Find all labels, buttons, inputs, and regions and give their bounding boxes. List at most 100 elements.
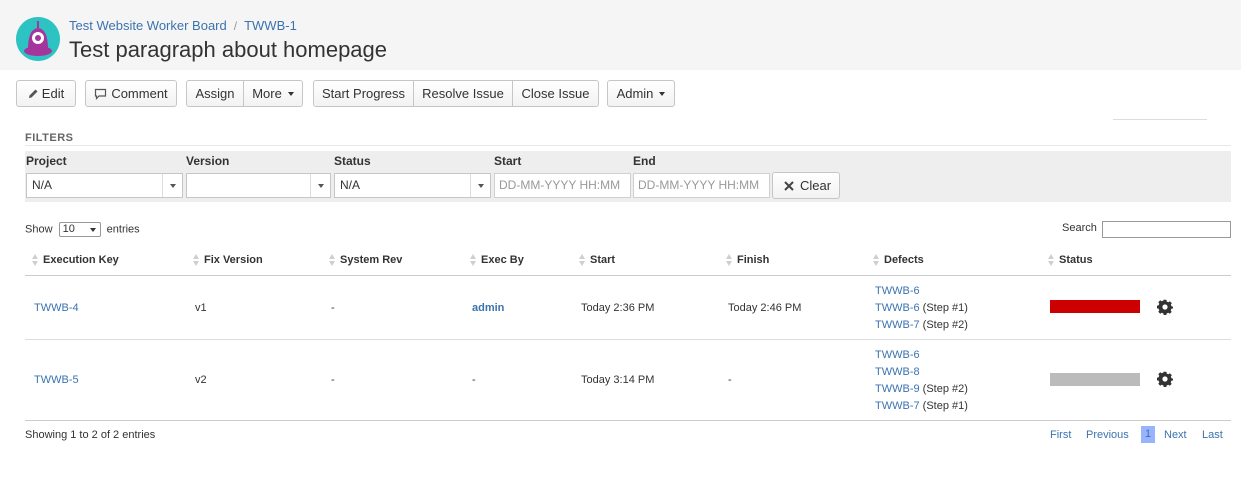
more-dropdown-button[interactable]: More — [244, 80, 303, 107]
start-date-input[interactable]: DD-MM-YYYY HH:MM — [494, 173, 631, 198]
pagination-previous[interactable]: Previous — [1086, 429, 1129, 441]
version-filter-select[interactable] — [186, 173, 331, 198]
defect-step: (Step #1) — [922, 302, 968, 314]
defect-link[interactable]: TWWB-6 — [875, 285, 920, 297]
sort-icon[interactable] — [469, 253, 477, 267]
execution-key-link[interactable]: TWWB-5 — [34, 374, 79, 386]
issue-header: Test Website Worker Board / TWWB-1 Test pa… — [0, 0, 1241, 70]
admin-button-label: Admin — [616, 86, 654, 101]
project-filter-value: N/A — [32, 178, 53, 192]
column-header-execution-key[interactable]: Execution Key — [43, 254, 119, 266]
start-progress-button[interactable]: Start Progress — [313, 80, 414, 107]
defect-link[interactable]: TWWB-9 — [875, 383, 920, 395]
project-filter-select[interactable]: N/A — [26, 173, 183, 198]
admin-dropdown-button[interactable]: Admin — [607, 80, 675, 107]
clear-filters-button[interactable]: Clear — [772, 172, 840, 199]
defect-link[interactable]: TWWB-8 — [875, 366, 920, 378]
entries-label: entries — [106, 223, 140, 236]
pagination-current-page[interactable]: 1 — [1141, 426, 1155, 443]
divider — [25, 339, 1231, 340]
defect-item: TWWB-9 (Step #2) — [875, 383, 968, 395]
sort-icon[interactable] — [31, 253, 39, 267]
search-input[interactable] — [1102, 221, 1231, 238]
defect-step: (Step #2) — [922, 383, 968, 395]
defect-step: (Step #1) — [922, 400, 968, 412]
sort-icon[interactable] — [872, 253, 880, 267]
status-filter-select[interactable]: N/A — [334, 173, 491, 198]
status-filter-value: N/A — [340, 178, 361, 192]
end-date-input[interactable]: DD-MM-YYYY HH:MM — [633, 173, 770, 198]
defect-item: TWWB-6 — [875, 349, 920, 361]
system-rev-cell: - — [331, 374, 335, 386]
page-length-select[interactable]: 10 — [58, 222, 101, 237]
close-issue-button[interactable]: Close Issue — [513, 80, 599, 107]
breadcrumb-separator: / — [233, 19, 238, 33]
divider — [25, 275, 1231, 276]
more-button-label: More — [252, 86, 282, 101]
status-filter-label: Status — [334, 154, 371, 168]
sort-icon[interactable] — [725, 253, 733, 267]
pagination-last[interactable]: Last — [1202, 429, 1223, 441]
gear-icon[interactable] — [1157, 299, 1173, 315]
defect-link[interactable]: TWWB-7 — [875, 400, 920, 412]
defect-item: TWWB-8 — [875, 366, 920, 378]
close-icon — [784, 181, 794, 191]
defect-link[interactable]: TWWB-7 — [875, 319, 920, 331]
finish-cell: - — [728, 374, 732, 386]
breadcrumb-project-link[interactable]: Test Website Worker Board — [69, 18, 227, 33]
execution-key-link[interactable]: TWWB-4 — [34, 302, 79, 314]
exec-by-link[interactable]: admin — [472, 302, 504, 314]
sort-icon[interactable] — [328, 253, 336, 267]
sort-icon[interactable] — [578, 253, 586, 267]
divider — [25, 420, 1231, 421]
assign-button[interactable]: Assign — [186, 80, 244, 107]
finish-cell: Today 2:46 PM — [728, 302, 802, 314]
defect-link[interactable]: TWWB-6 — [875, 349, 920, 361]
show-label: Show — [25, 223, 53, 236]
column-header-finish[interactable]: Finish — [737, 254, 769, 266]
column-header-system-rev[interactable]: System Rev — [340, 254, 402, 266]
end-filter-label: End — [633, 154, 656, 168]
chevron-down-icon — [287, 91, 294, 96]
comment-button-label: Comment — [111, 86, 168, 101]
breadcrumb-issue-link[interactable]: TWWB-1 — [244, 18, 297, 33]
fix-version-cell: v2 — [195, 374, 207, 386]
sort-icon[interactable] — [192, 253, 200, 267]
defect-link[interactable]: TWWB-6 — [875, 302, 920, 314]
defect-item: TWWB-6 — [875, 285, 920, 297]
start-filter-label: Start — [494, 154, 522, 168]
pagination-first[interactable]: First — [1050, 429, 1071, 441]
column-header-defects[interactable]: Defects — [884, 254, 924, 266]
chevron-down-icon — [162, 174, 182, 197]
column-header-exec-by[interactable]: Exec By — [481, 254, 524, 266]
divider — [1113, 119, 1207, 120]
page-title: Test paragraph about homepage — [69, 37, 388, 62]
status-bar[interactable] — [1050, 300, 1140, 313]
defect-step: (Step #2) — [922, 319, 968, 331]
comment-button[interactable]: Comment — [85, 80, 177, 107]
sort-icon[interactable] — [1047, 253, 1055, 267]
start-cell: Today 3:14 PM — [581, 374, 655, 386]
clear-button-label: Clear — [800, 178, 832, 193]
project-avatar-icon[interactable] — [16, 17, 60, 61]
edit-button-label: Edit — [41, 86, 65, 101]
pagination-next[interactable]: Next — [1164, 429, 1187, 441]
project-filter-label: Project — [26, 154, 67, 168]
defect-item: TWWB-6 (Step #1) — [875, 302, 968, 314]
system-rev-cell: - — [331, 302, 335, 314]
defect-item: TWWB-7 (Step #1) — [875, 400, 968, 412]
column-header-status[interactable]: Status — [1059, 254, 1093, 266]
column-header-start[interactable]: Start — [590, 254, 615, 266]
resolve-issue-button[interactable]: Resolve Issue — [414, 80, 513, 107]
edit-button[interactable]: Edit — [16, 80, 76, 107]
breadcrumb: Test Website Worker Board / TWWB-1 — [69, 18, 297, 33]
status-bar[interactable] — [1050, 373, 1140, 386]
chevron-down-icon — [659, 91, 666, 96]
defect-item: TWWB-7 (Step #2) — [875, 319, 968, 331]
chevron-down-icon — [470, 174, 490, 197]
column-header-fix-version[interactable]: Fix Version — [204, 254, 263, 266]
pencil-icon — [28, 89, 38, 98]
gear-icon[interactable] — [1157, 371, 1173, 387]
version-filter-label: Version — [186, 154, 230, 168]
divider — [25, 145, 1231, 146]
